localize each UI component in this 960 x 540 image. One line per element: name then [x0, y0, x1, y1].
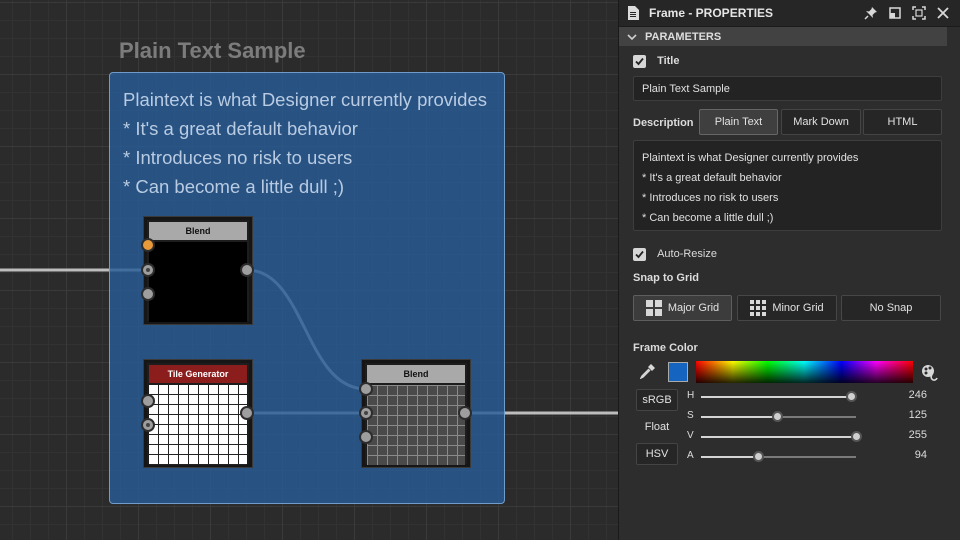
input-port[interactable]	[359, 406, 373, 420]
title-label: Title	[657, 55, 680, 68]
title-input-value: Plain Text Sample	[642, 83, 730, 95]
input-port[interactable]	[141, 238, 155, 252]
minor-grid-icon	[750, 300, 767, 316]
blend-node-2[interactable]: Blend	[362, 360, 470, 467]
slider-value-h[interactable]: 246	[887, 389, 927, 401]
frame-description-line: * It's a great default behavior	[123, 118, 358, 139]
chevron-down-icon	[627, 33, 637, 40]
slider-value-a[interactable]: 94	[887, 449, 927, 461]
description-line: * Can become a little dull ;)	[642, 212, 774, 224]
checkmark-icon	[635, 250, 644, 259]
slider-thumb-s[interactable]	[771, 411, 783, 422]
description-label: Description	[633, 117, 694, 129]
input-port[interactable]	[141, 394, 155, 408]
panel-title: Frame - PROPERTIES	[649, 6, 774, 20]
snap-to-grid-label: Snap to Grid	[633, 272, 699, 284]
node-header: Tile Generator	[149, 365, 247, 383]
snap-label-row: Snap to Grid	[633, 272, 699, 284]
output-port[interactable]	[458, 406, 472, 420]
auto-resize-label: Auto-Resize	[657, 248, 717, 261]
frame-color-label: Frame Color	[633, 342, 698, 354]
color-wheel-icon[interactable]	[921, 363, 939, 381]
input-port[interactable]	[359, 430, 373, 444]
node-header: Blend	[149, 222, 247, 240]
title-input[interactable]: Plain Text Sample	[633, 76, 942, 101]
slider-thumb-h[interactable]	[845, 391, 857, 402]
auto-resize-checkbox[interactable]	[633, 248, 646, 261]
input-port[interactable]	[141, 418, 155, 432]
slider-fill-h	[701, 396, 851, 398]
title-checkbox-row: Title	[633, 55, 679, 68]
frame-description: Plaintext is what Designer currently pro…	[123, 85, 493, 201]
parameters-section-header[interactable]: PARAMETERS	[619, 27, 947, 46]
tile-generator-node[interactable]: Tile Generator	[144, 360, 252, 467]
node-thumbnail	[149, 242, 247, 322]
description-textarea[interactable]: Plaintext is what Designer currently pro…	[633, 140, 942, 231]
color-spectrum-picker[interactable]	[696, 361, 913, 383]
srgb-button[interactable]: sRGB	[636, 389, 678, 411]
float-button[interactable]: Float	[636, 416, 678, 438]
output-port[interactable]	[240, 406, 254, 420]
slider-thumb-v[interactable]	[851, 431, 862, 442]
description-label-row: Description	[633, 117, 694, 129]
node-thumbnail	[367, 385, 465, 465]
node-header: Blend	[367, 365, 465, 383]
output-port[interactable]	[240, 263, 254, 277]
plain-text-button[interactable]: Plain Text	[699, 109, 778, 135]
html-button[interactable]: HTML	[863, 109, 942, 135]
slider-value-v[interactable]: 255	[887, 429, 927, 441]
checkmark-icon	[635, 57, 644, 66]
mark-down-button[interactable]: Mark Down	[781, 109, 861, 135]
description-line: * Introduces no risk to users	[642, 192, 779, 204]
minor-grid-button[interactable]: Minor Grid	[737, 295, 837, 321]
frame-description-line: * Introduces no risk to users	[123, 147, 353, 168]
major-grid-label: Major Grid	[667, 302, 720, 314]
graph-canvas[interactable]: Plain Text Sample Plaintext is what Desi…	[0, 0, 618, 540]
document-icon	[628, 6, 639, 20]
description-line: * It's a great default behavior	[642, 172, 782, 184]
pin-icon[interactable]	[864, 6, 878, 20]
maximize-icon[interactable]	[912, 6, 926, 20]
title-checkbox[interactable]	[633, 55, 646, 68]
slider-label-h: H	[687, 390, 695, 401]
auto-resize-row: Auto-Resize	[633, 248, 717, 261]
input-port[interactable]	[359, 382, 373, 396]
eyedropper-icon[interactable]	[640, 363, 656, 379]
no-snap-label: No Snap	[869, 302, 913, 314]
frame-color-swatch[interactable]	[668, 362, 688, 382]
node-thumbnail	[149, 385, 247, 465]
slider-fill-s	[701, 416, 777, 418]
slider-fill-v	[701, 436, 856, 438]
section-title: PARAMETERS	[645, 30, 722, 43]
slider-value-s[interactable]: 125	[887, 409, 927, 421]
slider-fill-a	[701, 456, 759, 458]
frame-title[interactable]: Plain Text Sample	[119, 38, 306, 64]
hsv-button[interactable]: HSV	[636, 443, 678, 465]
input-port[interactable]	[141, 263, 155, 277]
frame-color-label-row: Frame Color	[633, 342, 698, 354]
properties-panel: Frame - PROPERTIES PARAMETERS Title Plai…	[618, 0, 960, 540]
major-grid-button[interactable]: Major Grid	[633, 295, 732, 321]
restore-icon[interactable]	[888, 6, 902, 20]
blend-node-1[interactable]: Blend	[144, 217, 252, 324]
slider-label-s: S	[687, 410, 694, 421]
slider-label-v: V	[687, 430, 694, 441]
input-port[interactable]	[141, 287, 155, 301]
frame-description-line: * Can become a little dull ;)	[123, 176, 345, 197]
panel-titlebar: Frame - PROPERTIES	[619, 0, 960, 27]
minor-grid-label: Minor Grid	[772, 302, 824, 314]
close-icon[interactable]	[936, 6, 950, 20]
slider-label-a: A	[687, 450, 694, 461]
frame-description-line: Plaintext is what Designer currently pro…	[123, 89, 487, 110]
major-grid-icon	[645, 300, 662, 316]
slider-thumb-a[interactable]	[753, 451, 765, 462]
description-line: Plaintext is what Designer currently pro…	[642, 152, 859, 164]
no-snap-button[interactable]: No Snap	[841, 295, 941, 321]
